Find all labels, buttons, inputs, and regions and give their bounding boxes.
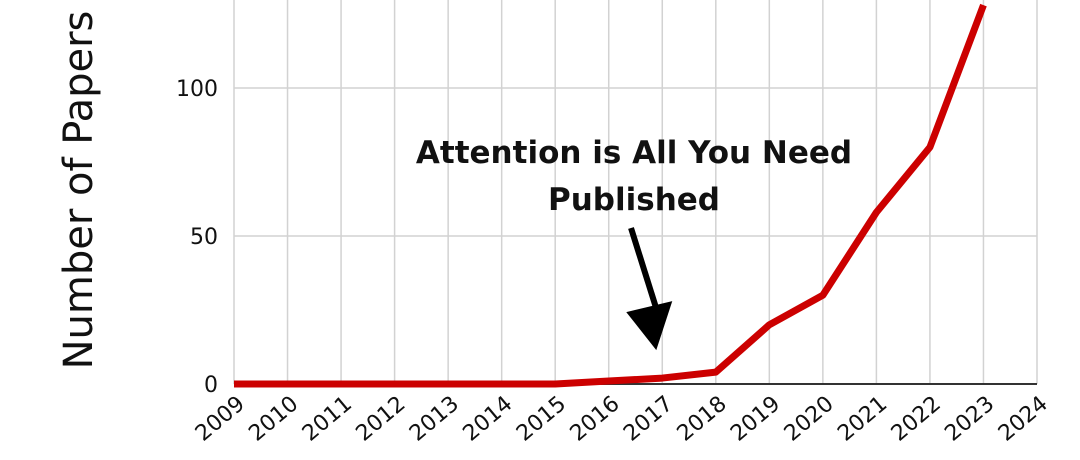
x-tick-label: 2021 bbox=[833, 391, 892, 446]
y-tick-label: 100 bbox=[176, 77, 218, 102]
x-tick-label: 2019 bbox=[726, 391, 785, 446]
x-tick-label: 2014 bbox=[459, 391, 518, 446]
x-tick-label: 2012 bbox=[351, 391, 410, 446]
y-tick-label: 50 bbox=[190, 225, 218, 250]
x-tick-label: 2010 bbox=[244, 391, 303, 446]
line-chart: 2009201020112012201320142015201620172018… bbox=[56, 0, 1053, 447]
x-tick-label: 2023 bbox=[940, 391, 999, 446]
y-tick-label: 0 bbox=[204, 373, 218, 398]
x-tick-label: 2009 bbox=[191, 391, 250, 446]
annotation-arrow-head bbox=[626, 301, 673, 351]
x-tick-label: 2022 bbox=[887, 391, 946, 446]
annotation-line-2: Published bbox=[548, 182, 720, 218]
x-tick-label: 2024 bbox=[994, 391, 1053, 446]
y-axis-label: Number of Papers bbox=[56, 11, 102, 370]
x-tick-label: 2020 bbox=[780, 391, 839, 446]
x-tick-labels: 2009201020112012201320142015201620172018… bbox=[191, 391, 1053, 446]
x-tick-label: 2013 bbox=[405, 391, 464, 446]
x-tick-label: 2016 bbox=[566, 391, 625, 446]
x-tick-label: 2017 bbox=[619, 391, 678, 446]
x-tick-label: 2011 bbox=[298, 391, 357, 446]
annotation-arrow-shaft bbox=[628, 227, 663, 319]
x-tick-label: 2018 bbox=[673, 391, 732, 446]
x-tick-label: 2015 bbox=[512, 391, 571, 446]
y-tick-labels: 0 50 100 bbox=[176, 77, 218, 398]
annotation-line-1: Attention is All You Need bbox=[416, 135, 852, 171]
